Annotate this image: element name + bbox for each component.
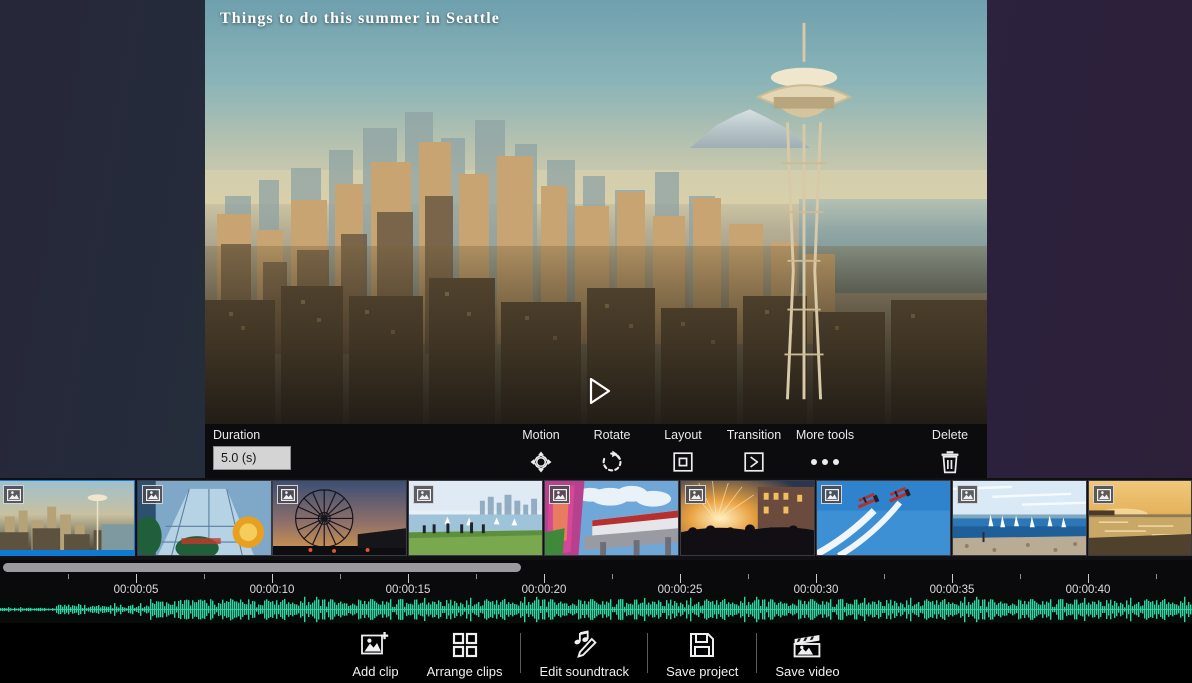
action-separator xyxy=(756,633,758,673)
ruler-time-label: 00:00:15 xyxy=(385,584,431,596)
photo-icon xyxy=(277,485,298,504)
action-separator xyxy=(647,633,649,673)
ruler-time-label: 00:00:35 xyxy=(929,584,975,596)
timeline-scrollbar-thumb[interactable] xyxy=(3,563,521,572)
trash-icon xyxy=(939,449,961,475)
ruler-tick-major xyxy=(272,574,273,583)
video-preview-canvas[interactable]: Things to do this summer in Seattle xyxy=(205,0,987,424)
timeline-scrollbar-track[interactable] xyxy=(0,562,1192,573)
save-project-label: Save project xyxy=(666,663,739,679)
action-separator xyxy=(520,633,522,673)
layout-tool[interactable]: Layout xyxy=(643,424,723,478)
delete-label: Delete xyxy=(931,428,969,442)
transition-label: Transition xyxy=(726,428,782,442)
ruler-tick-minor xyxy=(476,574,477,579)
clip-selected-indicator xyxy=(0,550,134,555)
timeline-clip[interactable] xyxy=(137,480,272,556)
more-tools-tool[interactable]: More tools xyxy=(783,424,867,478)
ruler-tick-minor xyxy=(204,574,205,579)
photo-icon xyxy=(413,485,434,504)
ruler-time-label: 00:00:30 xyxy=(793,584,839,596)
timeline-clip[interactable] xyxy=(816,480,951,556)
action-bar: Add clip Arrange clips Edit soundtrack S… xyxy=(0,623,1192,683)
arrange-clips-button[interactable]: Arrange clips xyxy=(413,628,517,679)
ruler-time-label: 00:00:05 xyxy=(113,584,159,596)
motion-label: Motion xyxy=(522,428,560,442)
photo-icon xyxy=(1093,485,1114,504)
timeline-ruler[interactable]: 00:00:05 00:00:10 00:00:15 00:00:20 00:00:25… xyxy=(0,574,1192,598)
timeline-panel: 00:00:05 00:00:10 00:00:15 00:00:20 00:00:25… xyxy=(0,478,1192,623)
ruler-tick-minor xyxy=(612,574,613,579)
ruler-tick-major xyxy=(680,574,681,583)
photo-icon xyxy=(3,485,24,504)
soundtrack-waveform[interactable] xyxy=(0,596,1192,623)
ruler-tick-minor xyxy=(884,574,885,579)
duration-tool[interactable]: Duration 5.0 (s) xyxy=(213,424,313,478)
space-needle xyxy=(755,22,852,400)
edit-soundtrack-label: Edit soundtrack xyxy=(539,663,630,679)
save-video-label: Save video xyxy=(775,663,840,679)
duration-input[interactable]: 5.0 (s) xyxy=(213,446,291,470)
motion-icon xyxy=(528,449,554,475)
timeline-clip[interactable] xyxy=(0,480,135,556)
rotate-tool[interactable]: Rotate xyxy=(572,424,652,478)
photo-icon xyxy=(957,485,978,504)
photo-icon xyxy=(142,485,163,504)
floppy-disk-icon xyxy=(689,628,715,658)
photo-icon xyxy=(685,485,706,504)
ruler-tick-minor xyxy=(340,574,341,579)
transition-icon xyxy=(742,449,766,475)
clip-toolbar: Duration 5.0 (s) Motion Rotate Layout Tr… xyxy=(205,424,987,478)
ellipsis-icon xyxy=(811,449,839,475)
delete-tool[interactable]: Delete xyxy=(913,424,987,478)
timeline-clip[interactable] xyxy=(272,480,407,556)
arrange-clips-label: Arrange clips xyxy=(426,663,503,679)
ruler-time-label: 00:00:10 xyxy=(249,584,295,596)
ruler-tick-major xyxy=(1088,574,1089,583)
photo-icon xyxy=(549,485,570,504)
timeline-clip[interactable] xyxy=(408,480,543,556)
add-clip-label: Add clip xyxy=(352,663,399,679)
ruler-tick-major xyxy=(408,574,409,583)
timeline-clip[interactable] xyxy=(952,480,1087,556)
add-clip-button[interactable]: Add clip xyxy=(338,628,412,679)
ruler-tick-minor xyxy=(68,574,69,579)
ruler-tick-major xyxy=(816,574,817,583)
motion-tool[interactable]: Motion xyxy=(501,424,581,478)
save-video-button[interactable]: Save video xyxy=(761,628,853,679)
ruler-time-label: 00:00:40 xyxy=(1065,584,1111,596)
video-title-text: Things to do this summer in Seattle xyxy=(220,10,501,27)
photo-icon xyxy=(821,485,842,504)
edit-soundtrack-button[interactable]: Edit soundtrack xyxy=(525,628,643,679)
ruler-tick-major xyxy=(952,574,953,583)
ruler-tick-minor xyxy=(1020,574,1021,579)
timeline-clip[interactable] xyxy=(680,480,815,556)
grid-icon xyxy=(452,628,478,658)
ruler-tick-minor xyxy=(1156,574,1157,579)
rotate-label: Rotate xyxy=(593,428,631,442)
ruler-time-label: 00:00:20 xyxy=(521,584,567,596)
duration-label: Duration xyxy=(213,428,261,442)
save-project-button[interactable]: Save project xyxy=(652,628,752,679)
clip-strip xyxy=(0,478,1192,560)
layout-label: Layout xyxy=(664,428,702,442)
clapperboard-icon xyxy=(793,628,821,658)
ruler-time-label: 00:00:25 xyxy=(657,584,703,596)
ruler-tick-minor xyxy=(748,574,749,579)
timeline-clip[interactable] xyxy=(1088,480,1192,556)
add-image-icon xyxy=(361,628,389,658)
transition-tool[interactable]: Transition xyxy=(714,424,794,478)
ruler-tick-major xyxy=(544,574,545,583)
more-tools-label: More tools xyxy=(795,428,855,442)
ruler-tick-major xyxy=(136,574,137,583)
timeline-clip[interactable] xyxy=(544,480,679,556)
play-triangle-icon xyxy=(589,377,611,405)
video-editor-window: Things to do this summer in Seattle Dura… xyxy=(205,0,987,478)
music-pencil-icon xyxy=(570,628,598,658)
layout-icon xyxy=(671,449,695,475)
play-button[interactable] xyxy=(584,375,614,407)
rotate-icon xyxy=(600,449,624,475)
